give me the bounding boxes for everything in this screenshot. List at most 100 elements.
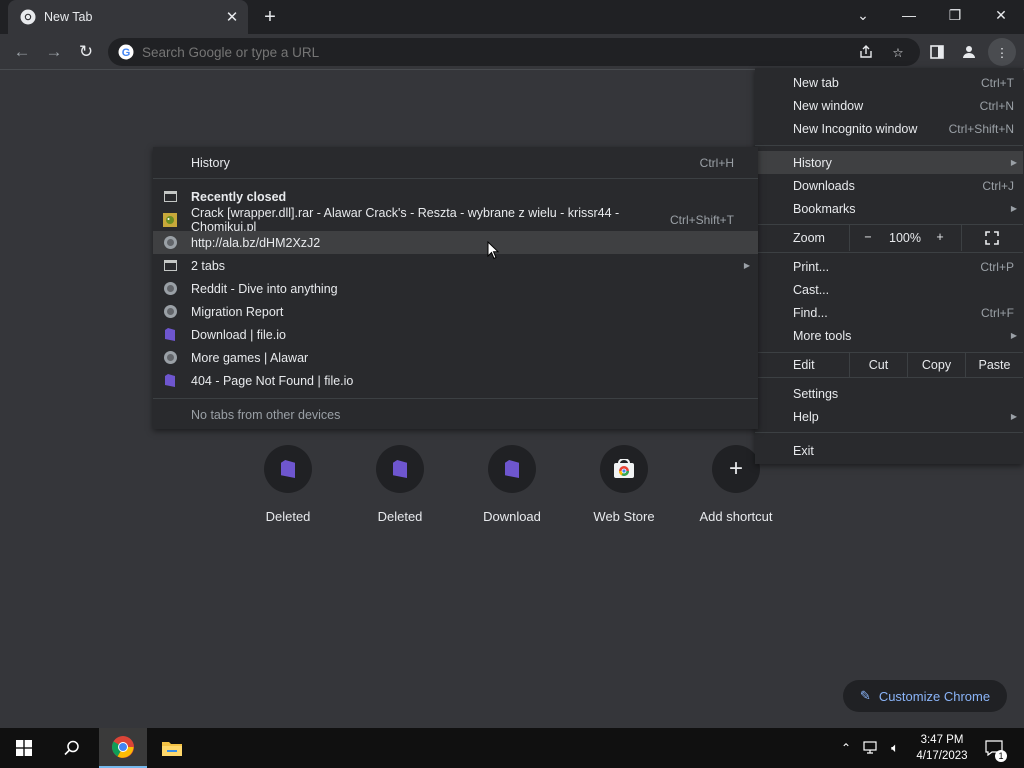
history-item[interactable]: Crack [wrapper.dll].rar - Alawar Crack's…	[153, 206, 758, 234]
shortcut-tile[interactable]: Deleted	[344, 445, 456, 524]
window-icon	[163, 190, 177, 204]
windows-taskbar: ⌃ 🔈︎ 3:47 PM 4/17/2023 1	[0, 728, 1024, 768]
menu-divider	[755, 145, 1023, 146]
window-close-icon[interactable]: ✕	[978, 0, 1024, 30]
copy-button[interactable]: Copy	[908, 358, 965, 372]
no-tabs-label: No tabs from other devices	[191, 407, 341, 422]
chrome-icon	[20, 9, 36, 25]
menu-item-history[interactable]: History ▶	[755, 151, 1023, 174]
taskbar-search-icon[interactable]	[48, 728, 96, 768]
bookmark-star-icon[interactable]: ☆	[884, 38, 912, 66]
menu-item-label: More tools	[793, 328, 852, 343]
menu-item-downloads[interactable]: Downloads Ctrl+J	[755, 174, 1023, 197]
notification-center-icon[interactable]: 1	[980, 728, 1008, 768]
menu-item-settings[interactable]: Settings	[755, 382, 1023, 405]
profile-avatar-icon[interactable]	[955, 38, 983, 66]
menu-item-shortcut: Ctrl+J	[982, 178, 1014, 193]
history-submenu: History Ctrl+H Recently closed Crack [wr…	[153, 147, 758, 429]
taskbar-clock[interactable]: 3:47 PM 4/17/2023	[910, 728, 974, 768]
menu-item-bookmarks[interactable]: Bookmarks ▶	[755, 197, 1023, 220]
menu-item-label: New Incognito window	[793, 121, 918, 136]
fullscreen-icon[interactable]	[985, 231, 999, 245]
shortcut-label: Deleted	[265, 509, 311, 524]
shortcut-icon-bg	[376, 445, 424, 493]
menu-item-find[interactable]: Find... Ctrl+F	[755, 301, 1023, 324]
tab-new-tab[interactable]: New Tab ✕	[8, 0, 248, 34]
menu-item-new-incognito[interactable]: New Incognito window Ctrl+Shift+N	[755, 117, 1023, 140]
tab-close-icon[interactable]: ✕	[222, 7, 242, 27]
shortcut-tile[interactable]: Deleted	[232, 445, 344, 524]
reload-icon[interactable]: ↻	[72, 38, 100, 66]
menu-item-label: History	[793, 155, 832, 170]
shortcut-label: Add shortcut	[699, 509, 773, 524]
shortcut-tile[interactable]: Web Store	[568, 445, 680, 524]
menu-item-more-tools[interactable]: More tools ▶	[755, 324, 1023, 347]
volume-icon[interactable]: 🔈︎	[884, 728, 906, 768]
notification-count-badge: 1	[995, 750, 1007, 762]
window-icon	[163, 259, 177, 273]
menu-item-shortcut: Ctrl+P	[980, 259, 1014, 274]
menu-item-label: Find...	[793, 305, 828, 320]
history-item[interactable]: 404 - Page Not Found | file.io	[153, 369, 758, 392]
menu-item-exit[interactable]: Exit	[755, 439, 1023, 462]
zoom-row: Zoom − 100% +	[755, 225, 1023, 251]
cut-button[interactable]: Cut	[850, 358, 907, 372]
fileio-icon	[393, 460, 407, 478]
zoom-in-button[interactable]: +	[931, 230, 949, 244]
history-item[interactable]: http://ala.bz/dHM2XzJ2	[153, 231, 758, 254]
shortcut-icon-bg	[600, 445, 648, 493]
network-icon[interactable]	[860, 728, 882, 768]
shortcut-icon-bg	[264, 445, 312, 493]
back-icon[interactable]: ←	[8, 38, 36, 66]
menu-item-shortcut: Ctrl+F	[981, 305, 1014, 320]
menu-divider	[153, 178, 758, 179]
omnibox[interactable]: G	[108, 38, 920, 66]
menu-item-cast[interactable]: Cast...	[755, 278, 1023, 301]
menu-item-print[interactable]: Print... Ctrl+P	[755, 255, 1023, 278]
menu-item-shortcut: Ctrl+H	[699, 155, 734, 170]
submenu-arrow-icon: ▶	[743, 261, 750, 270]
paste-button[interactable]: Paste	[966, 358, 1023, 372]
clock-date: 4/17/2023	[916, 750, 968, 762]
submenu-arrow-icon: ▶	[1010, 412, 1017, 421]
tray-chevron-up-icon[interactable]: ⌃	[836, 728, 856, 768]
new-tab-button[interactable]: +	[258, 6, 282, 28]
history-item[interactable]: Reddit - Dive into anything	[153, 277, 758, 300]
taskbar-chrome-icon[interactable]	[99, 728, 147, 768]
minimize-icon[interactable]: —	[886, 0, 932, 30]
menu-divider	[755, 252, 1023, 253]
submenu-arrow-icon: ▶	[1010, 158, 1017, 167]
zoom-divider	[849, 225, 850, 251]
restore-icon[interactable]: ❐	[932, 0, 978, 30]
history-menu-item-history[interactable]: History Ctrl+H	[153, 151, 758, 174]
menu-item-help[interactable]: Help ▶	[755, 405, 1023, 428]
forward-icon[interactable]: →	[40, 38, 68, 66]
history-item[interactable]: More games | Alawar	[153, 346, 758, 369]
history-item[interactable]: Download | file.io	[153, 323, 758, 346]
windows-start-icon[interactable]	[0, 728, 48, 768]
menu-item-label: Help	[793, 409, 819, 424]
fileio-icon	[163, 328, 177, 342]
shortcut-tile[interactable]: Download	[456, 445, 568, 524]
taskbar-file-explorer-icon[interactable]	[148, 728, 196, 768]
omnibox-input[interactable]	[142, 44, 742, 60]
globe-icon	[163, 305, 177, 319]
customize-chrome-button[interactable]: ✎ Customize Chrome	[843, 680, 1007, 712]
kebab-menu-icon[interactable]: ⋮	[988, 38, 1016, 66]
globe-icon	[163, 282, 177, 296]
tab-search-chevron-down-icon[interactable]: ⌄	[840, 0, 886, 30]
menu-divider	[755, 432, 1023, 433]
history-item[interactable]: Migration Report	[153, 300, 758, 323]
zoom-value: 100%	[889, 231, 921, 245]
history-item-label: 2 tabs	[191, 258, 226, 273]
menu-item-new-tab[interactable]: New tab Ctrl+T	[755, 71, 1023, 94]
zoom-out-button[interactable]: −	[859, 230, 877, 244]
share-icon[interactable]	[852, 38, 880, 66]
side-panel-icon[interactable]	[923, 38, 951, 66]
fileio-icon	[505, 460, 519, 478]
menu-item-new-window[interactable]: New window Ctrl+N	[755, 94, 1023, 117]
history-item[interactable]: 2 tabs ▶	[153, 254, 758, 277]
menu-item-label: Downloads	[793, 178, 855, 193]
globe-icon	[163, 351, 177, 365]
history-item-shortcut: Ctrl+Shift+T	[669, 212, 734, 227]
